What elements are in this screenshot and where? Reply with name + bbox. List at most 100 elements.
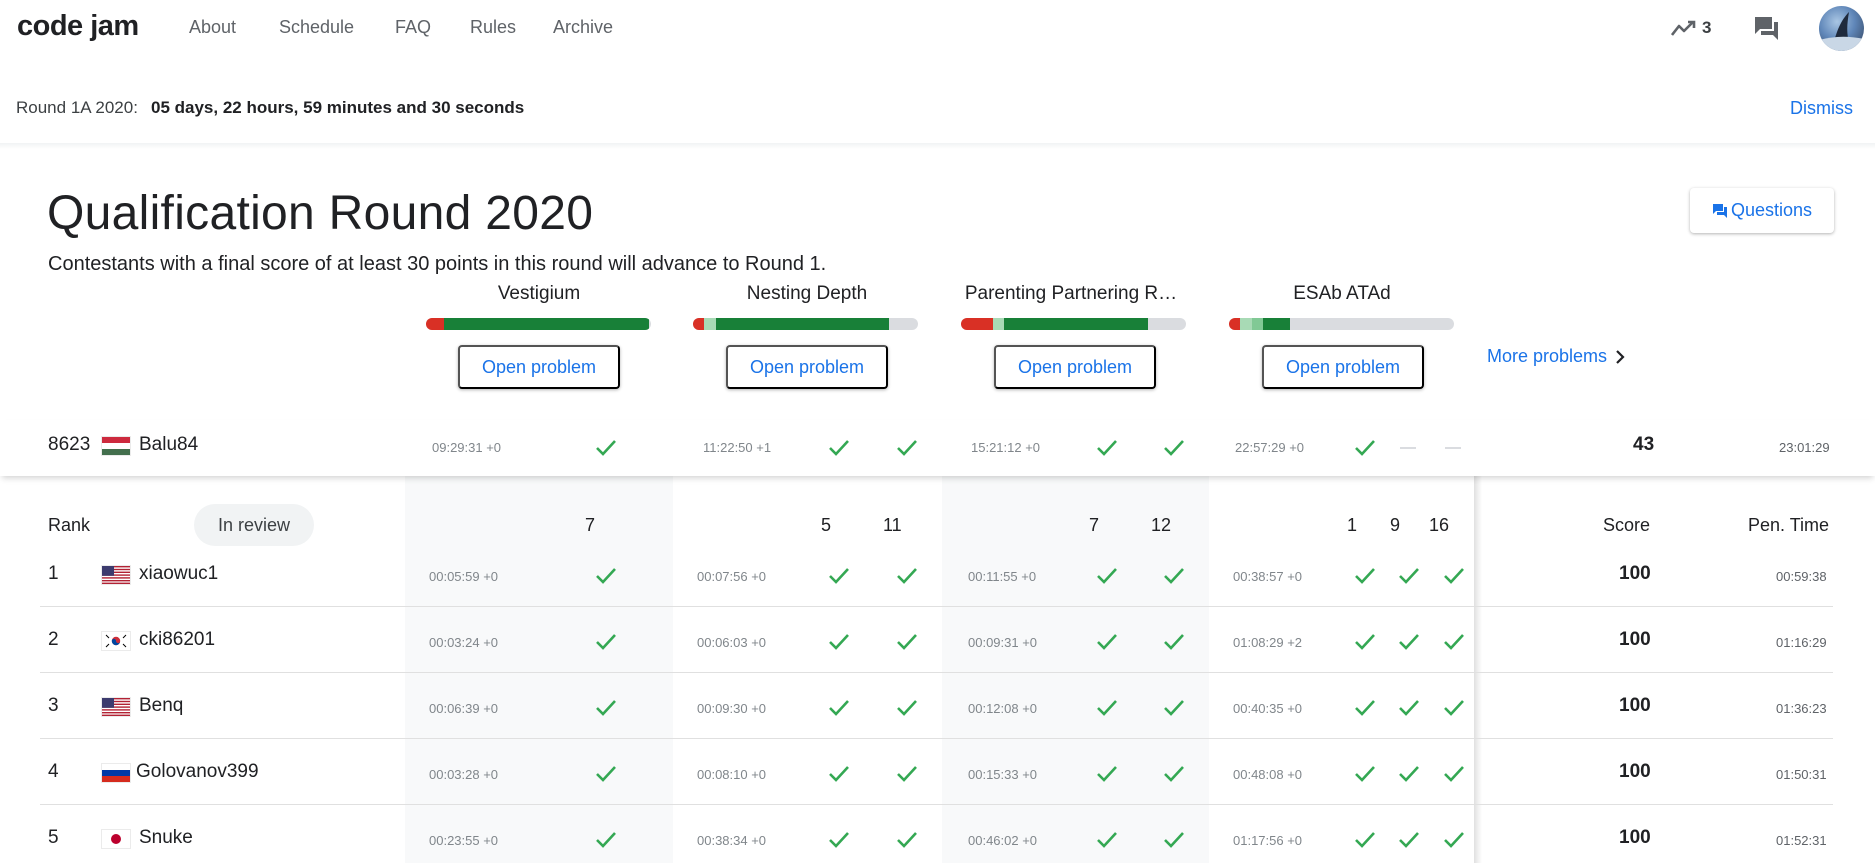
solve-time: 00:12:08 +0 [968, 701, 1038, 716]
solve-time: 01:08:29 +2 [1233, 635, 1303, 650]
penalty-cell: 01:16:29 [1776, 635, 1827, 650]
solve-time: 00:08:10 +0 [697, 767, 767, 782]
solve-time: 00:09:31 +0 [968, 635, 1038, 650]
row-divider [40, 804, 1833, 805]
progress-segment [1229, 318, 1241, 330]
check-icon [894, 435, 920, 461]
check-icon [593, 695, 619, 721]
problem-progress-bar [693, 318, 918, 330]
check-icon [894, 761, 920, 787]
check-icon [1161, 695, 1187, 721]
points-p4-a: 1 [1347, 515, 1358, 535]
solve-time: 00:03:24 +0 [429, 635, 499, 650]
check-icon [1161, 629, 1187, 655]
check-icon [894, 695, 920, 721]
contestant-name[interactable]: Snuke [139, 827, 193, 849]
contestant-name[interactable]: cki86201 [139, 629, 215, 651]
rank-cell: 3 [48, 695, 59, 716]
countdown-banner: Round 1A 2020: 05 days, 22 hours, 59 min… [0, 80, 1875, 136]
check-icon [1441, 761, 1467, 787]
nav-faq[interactable]: FAQ [395, 17, 431, 38]
penalty-cell: 00:59:38 [1776, 569, 1827, 584]
more-problems-label: More problems [1487, 346, 1608, 366]
code-jam-logo[interactable]: code jam [17, 10, 139, 43]
user-avatar[interactable] [1819, 6, 1864, 51]
chat-icon[interactable] [1752, 14, 1780, 42]
check-icon [1094, 629, 1120, 655]
trending-icon [1671, 20, 1696, 36]
open-problem-button-vestigium[interactable]: Open problem [458, 345, 620, 389]
check-icon [894, 563, 920, 589]
contestant-name[interactable]: Benq [139, 695, 183, 717]
score-header: Score [1603, 515, 1651, 535]
flag-russia-icon [102, 764, 130, 782]
progress-segment [1003, 318, 1148, 330]
more-problems-link[interactable]: More problems [1487, 346, 1625, 367]
chevron-right-icon [1616, 349, 1625, 364]
check-icon [826, 435, 852, 461]
next-round-label: Round 1A 2020: [16, 98, 138, 117]
rank-cell: 4 [48, 761, 59, 782]
open-problem-button-nesting-depth[interactable]: Open problem [726, 345, 888, 389]
check-icon [1441, 629, 1467, 655]
check-icon [593, 435, 619, 461]
check-icon [1161, 435, 1187, 461]
score-trend-button[interactable]: 3 [1671, 15, 1717, 41]
progress-segment [444, 318, 649, 330]
avatar-image [1819, 12, 1864, 51]
solve-time: 01:17:56 +0 [1233, 833, 1303, 848]
score-cell: 100 [1619, 629, 1651, 650]
own-time-p1: 09:29:31 +0 [432, 440, 502, 455]
check-icon [1396, 695, 1422, 721]
nav-about[interactable]: About [189, 17, 236, 38]
dismiss-button[interactable]: Dismiss [1790, 98, 1853, 119]
solve-time: 00:05:59 +0 [429, 569, 499, 584]
progress-segment [1262, 318, 1290, 330]
progress-segment [715, 318, 889, 330]
solve-time: 00:03:28 +0 [429, 767, 499, 782]
in-review-chip[interactable]: In review [194, 504, 314, 546]
flag-usa-icon [102, 698, 130, 716]
row-divider [40, 672, 1833, 673]
solve-time: 00:23:55 +0 [429, 833, 499, 848]
nav-rules[interactable]: Rules [470, 17, 516, 38]
solve-time: 00:15:33 +0 [968, 767, 1038, 782]
own-time-p3: 15:21:12 +0 [971, 440, 1041, 455]
contestant-name[interactable]: xiaowuc1 [139, 563, 218, 585]
open-problem-button-esab-atad[interactable]: Open problem [1262, 345, 1424, 389]
problem-title-vestigium: Vestigium [497, 283, 581, 304]
check-icon [1352, 435, 1378, 461]
check-icon [1352, 695, 1378, 721]
points-p2-a: 5 [821, 515, 832, 535]
check-icon [1396, 761, 1422, 787]
check-icon [1094, 827, 1120, 853]
contestant-name[interactable]: Golovanov399 [136, 761, 259, 783]
solve-time: 00:46:02 +0 [968, 833, 1038, 848]
progress-segment [1240, 318, 1252, 330]
penalty-cell: 01:36:23 [1776, 701, 1827, 716]
check-icon [1094, 695, 1120, 721]
check-icon [1396, 827, 1422, 853]
score-cell: 100 [1619, 761, 1651, 782]
contest-title: Qualification Round 2020 [47, 187, 594, 240]
problem-title-esab-atad: ESAb ATAd [1293, 283, 1391, 304]
check-icon [894, 827, 920, 853]
check-icon [894, 629, 920, 655]
open-problem-button-parenting[interactable]: Open problem [994, 345, 1156, 389]
questions-button[interactable]: Questions [1690, 188, 1834, 233]
own-name[interactable]: Balu84 [139, 434, 198, 456]
contest-subtitle: Contestants with a final score of at lea… [48, 253, 827, 275]
problem-progress-bar [961, 318, 1186, 330]
nav-archive[interactable]: Archive [553, 17, 613, 38]
rank-cell: 1 [48, 563, 59, 584]
solve-time: 00:40:35 +0 [1233, 701, 1303, 716]
progress-segment [1251, 318, 1263, 330]
check-icon [826, 827, 852, 853]
flag-korea-icon [102, 632, 130, 650]
check-icon [1352, 761, 1378, 787]
progress-segment [426, 318, 444, 330]
problem-progress-bar [1229, 318, 1454, 330]
check-icon [593, 761, 619, 787]
nav-schedule[interactable]: Schedule [279, 17, 354, 38]
penalty-header: Pen. Time [1748, 515, 1830, 535]
